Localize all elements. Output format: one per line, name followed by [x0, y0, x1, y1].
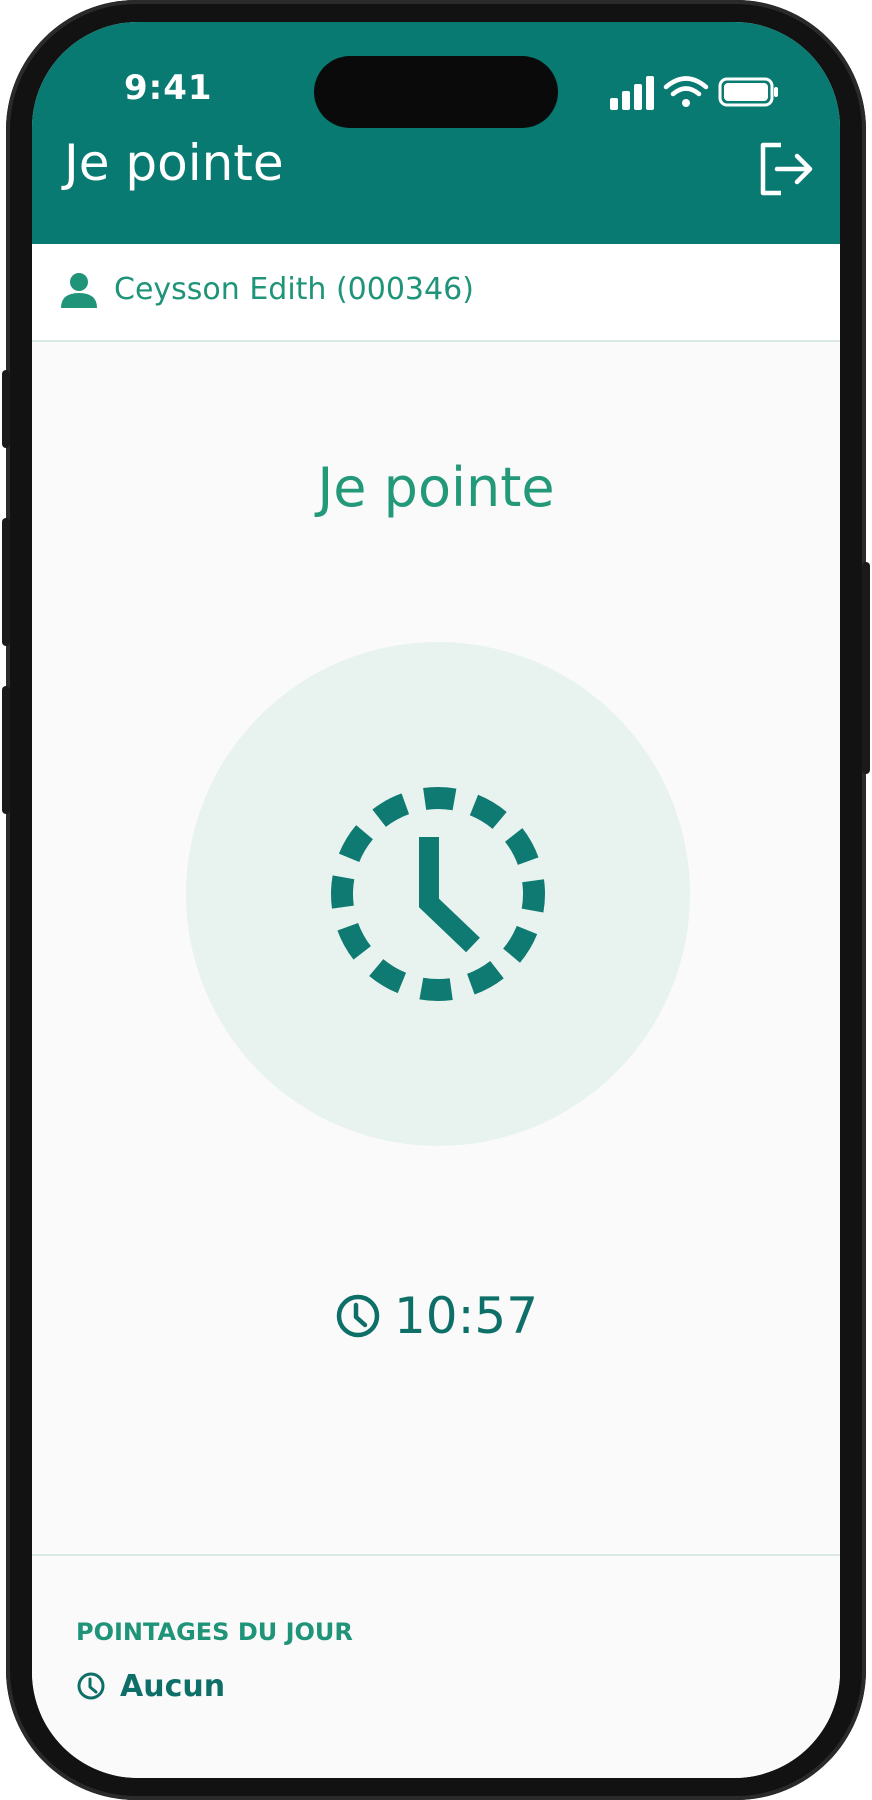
volume-down-button	[2, 686, 10, 814]
phone-screen: 9:41 Je pointe Ceysson Edith (000346) Je…	[32, 22, 840, 1778]
main-title: Je pointe	[317, 456, 555, 519]
battery-icon	[718, 77, 778, 107]
wifi-icon	[663, 76, 709, 107]
current-time-row: 10:57	[32, 1284, 840, 1348]
daily-entries-title: POINTAGES DU JOUR	[76, 1618, 353, 1646]
current-time: 10:57	[393, 1287, 539, 1345]
clock-icon	[77, 1672, 105, 1700]
status-time: 9:41	[124, 68, 213, 108]
user-name: Ceysson Edith (000346)	[114, 272, 474, 307]
dashed-clock-icon	[331, 787, 545, 1001]
clock-icon	[336, 1294, 380, 1338]
user-bar: Ceysson Edith (000346)	[32, 244, 840, 342]
person-icon	[61, 273, 97, 308]
power-button	[862, 562, 870, 774]
app-bar: 9:41 Je pointe	[32, 22, 840, 244]
daily-entries-section: POINTAGES DU JOUR Aucun	[32, 1554, 840, 1778]
dynamic-island	[314, 56, 558, 128]
volume-up-button	[2, 518, 10, 646]
app-bar-title: Je pointe	[64, 134, 284, 192]
logout-icon	[760, 142, 813, 196]
status-icons	[610, 76, 778, 110]
silent-switch	[2, 370, 10, 448]
daily-entries-value: Aucun	[120, 1668, 226, 1704]
daily-entry-row: Aucun	[76, 1666, 225, 1706]
signal-icon	[610, 76, 654, 110]
clock-in-button[interactable]	[186, 642, 690, 1146]
logout-button[interactable]	[752, 136, 818, 202]
